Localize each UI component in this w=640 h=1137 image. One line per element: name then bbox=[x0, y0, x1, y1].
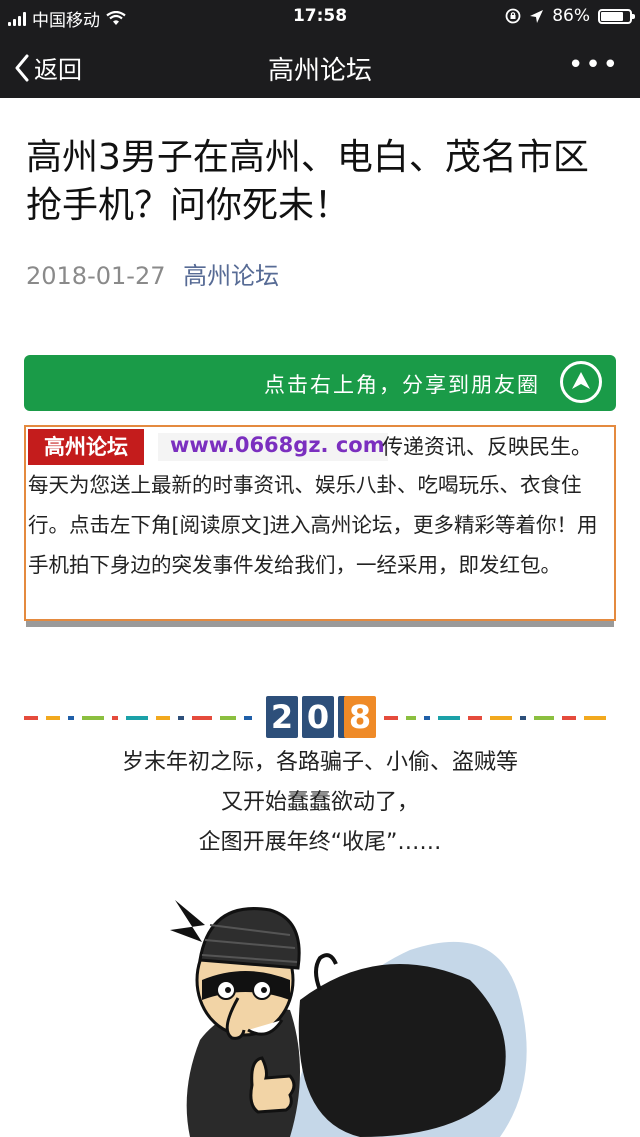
status-bar: 中国移动 17:58 86% bbox=[0, 0, 640, 34]
more-options-button[interactable]: ••• bbox=[568, 50, 620, 80]
thief-illustration bbox=[140, 880, 560, 1137]
poem-line-2: 又开始蠢蠢欲动了， bbox=[220, 790, 419, 815]
intro-body: 每天为您送上最新的时事资讯、娱乐八卦、吃喝玩乐、衣食住行。点击左下角[阅读原文]… bbox=[28, 473, 598, 577]
year-digit: 0 bbox=[302, 696, 334, 738]
article-source-link[interactable]: 高州论坛 bbox=[183, 262, 279, 290]
battery-percent: 86% bbox=[552, 6, 590, 26]
share-banner[interactable]: 点击右上角，分享到朋友圈 bbox=[24, 355, 616, 411]
share-banner-label: 点击右上角，分享到朋友圈 bbox=[264, 373, 540, 397]
battery-fill bbox=[601, 11, 624, 21]
location-arrow-icon bbox=[530, 9, 544, 23]
orientation-lock-icon bbox=[505, 8, 521, 24]
year-digit: 2 bbox=[266, 696, 298, 738]
battery-icon bbox=[598, 8, 635, 24]
intro-tagline: 传递资讯、反映民生。 bbox=[382, 435, 592, 459]
poem-line-3: 企图开展年终“收尾”…… bbox=[198, 830, 442, 855]
year-digit-last: 8 bbox=[344, 696, 376, 738]
nav-title: 高州论坛 bbox=[267, 56, 372, 86]
article-meta: 2018-01-27 高州论坛 bbox=[26, 256, 279, 291]
article-title: 高州3男子在高州、电白、茂名市区抢手机？问你死未！ bbox=[26, 137, 589, 226]
article-date: 2018-01-27 bbox=[26, 262, 166, 290]
website-text: www.0668gz. com bbox=[158, 433, 388, 461]
intro-box: 高州论坛 www.0668gz. com 传递资讯、反映民生。 每天为您送上最新… bbox=[24, 425, 616, 621]
forum-badge: 高州论坛 bbox=[28, 429, 144, 465]
status-right: 86% bbox=[505, 6, 635, 26]
nav-bar: 返回 高州论坛 ••• bbox=[0, 34, 640, 98]
arrow-up-icon bbox=[560, 361, 602, 403]
poem-line-1: 岁末年初之际，各路骗子、小偷、盗贼等 bbox=[121, 750, 518, 775]
